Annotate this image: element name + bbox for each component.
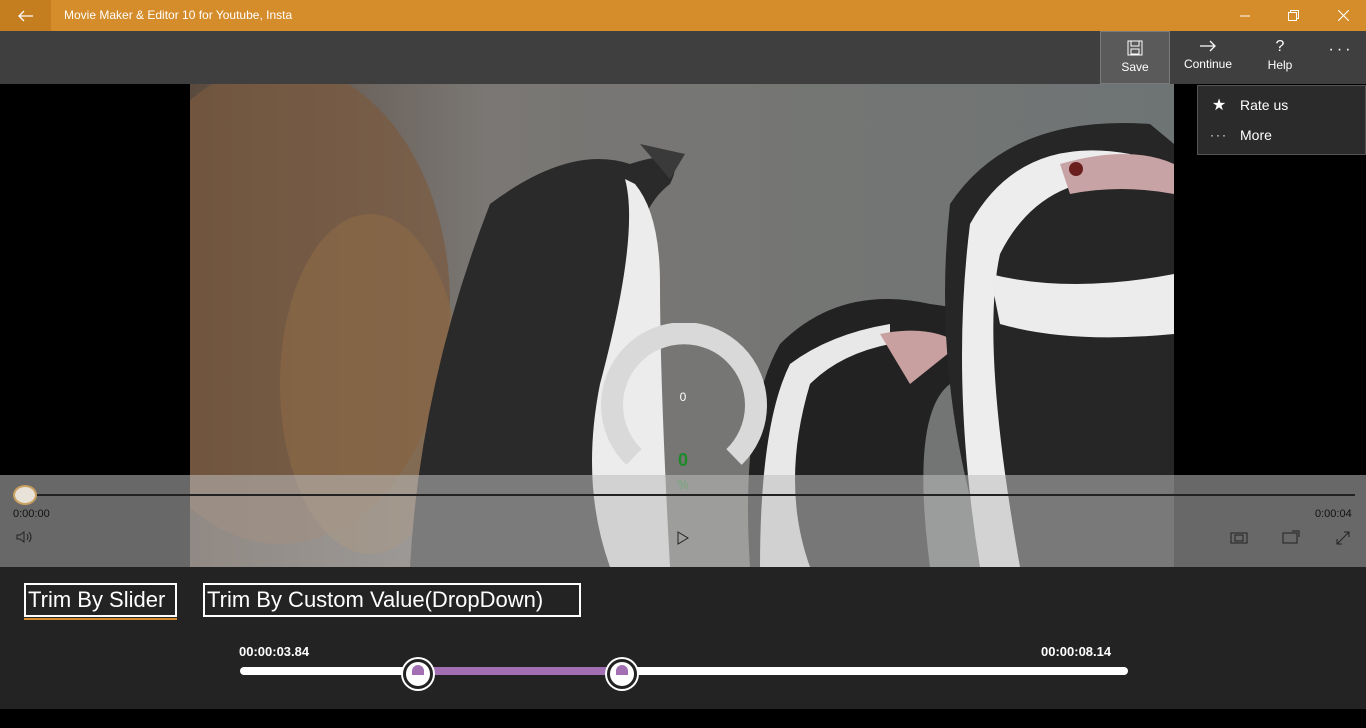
save-icon	[1127, 40, 1143, 56]
trim-range-track[interactable]	[240, 667, 1128, 675]
app-title: Movie Maker & Editor 10 for Youtube, Ins…	[64, 8, 293, 22]
forward-arrow-icon	[1200, 40, 1216, 52]
fullscreen-icon[interactable]	[1335, 530, 1351, 549]
command-bar: Save Continue ? Help ···	[0, 31, 1366, 84]
back-arrow-icon	[17, 10, 33, 21]
help-label: Help	[1267, 58, 1293, 72]
ellipsis-icon: ···	[1210, 128, 1228, 142]
seek-bar[interactable]	[25, 494, 1355, 496]
seek-thumb[interactable]	[13, 485, 37, 505]
restore-icon	[1287, 10, 1299, 21]
current-time: 0:00:00	[13, 508, 50, 520]
volume-icon[interactable]	[16, 530, 34, 547]
save-button[interactable]: Save	[1100, 31, 1170, 84]
trim-panel: Trim By Slider Trim By Custom Value(Drop…	[0, 567, 1366, 709]
percent-value: 0	[677, 450, 688, 470]
help-button[interactable]: ? Help	[1246, 31, 1314, 84]
continue-label: Continue	[1183, 57, 1233, 71]
back-button[interactable]	[0, 0, 51, 31]
help-icon: ?	[1275, 38, 1285, 55]
save-label: Save	[1121, 60, 1149, 74]
play-icon[interactable]	[677, 531, 689, 548]
minimize-button[interactable]	[1222, 0, 1268, 31]
more-flyout-menu: ★ Rate us ··· More	[1197, 85, 1366, 155]
tab-trim-by-custom-value[interactable]: Trim By Custom Value(DropDown)	[203, 583, 581, 617]
aspect-ratio-icon[interactable]	[1230, 531, 1248, 547]
trim-start-time: 00:00:03.84	[239, 644, 310, 659]
trim-end-time: 00:00:08.14	[1041, 644, 1112, 659]
menu-item-label: More	[1240, 127, 1272, 143]
close-icon	[1337, 10, 1349, 21]
trim-end-thumb[interactable]	[606, 659, 637, 689]
minimize-icon	[1240, 15, 1250, 16]
progress-number: 0	[679, 390, 687, 404]
cast-icon[interactable]	[1282, 530, 1300, 547]
restore-button[interactable]	[1270, 0, 1316, 31]
menu-item-label: Rate us	[1240, 97, 1289, 113]
selected-tab-indicator	[24, 618, 177, 620]
trim-range-selection	[417, 667, 622, 675]
title-bar: Movie Maker & Editor 10 for Youtube, Ins…	[0, 0, 1366, 31]
tab-trim-by-slider[interactable]: Trim By Slider	[24, 583, 177, 617]
trim-start-thumb[interactable]	[402, 659, 433, 689]
more-options-button[interactable]: ···	[1316, 31, 1366, 84]
close-button[interactable]	[1320, 0, 1366, 31]
menu-item-more[interactable]: ··· More	[1198, 120, 1366, 150]
bottom-strip	[0, 709, 1366, 728]
transport-controls	[0, 475, 1366, 567]
ellipsis-icon: ···	[1328, 41, 1354, 58]
star-icon: ★	[1211, 97, 1227, 114]
total-time: 0:00:04	[1315, 508, 1352, 520]
video-player: 0 0 % 0:00:00 0:00:04	[0, 84, 1366, 567]
menu-item-rate-us[interactable]: ★ Rate us	[1198, 90, 1366, 120]
continue-button[interactable]: Continue	[1172, 31, 1244, 84]
